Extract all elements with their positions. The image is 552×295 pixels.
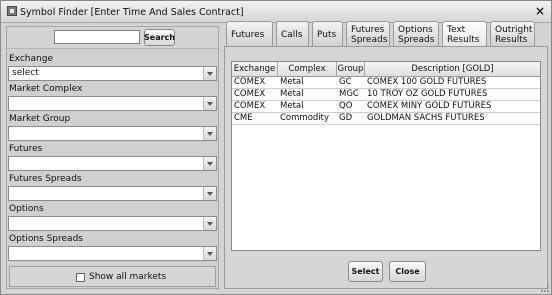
- market-group-label: Market Group: [9, 114, 71, 124]
- cell-exchange: COMEX: [234, 89, 266, 99]
- futures-label: Futures: [9, 144, 43, 154]
- cell-group: QO: [339, 101, 353, 111]
- table-row[interactable]: COMEX Metal GC COMEX 100 GOLD FUTURES: [232, 77, 540, 89]
- table-row[interactable]: COMEX Metal QO COMEX MINY GOLD FUTURES: [232, 101, 540, 113]
- cell-complex: Metal: [280, 89, 304, 99]
- column-header-complex[interactable]: Complex: [278, 62, 337, 77]
- tab-calls[interactable]: Calls: [276, 21, 309, 46]
- tab-text-results-line2: Results: [447, 35, 480, 45]
- market-complex-select[interactable]: [8, 96, 217, 111]
- show-all-markets-label[interactable]: Show all markets: [89, 272, 166, 282]
- cell-description: GOLDMAN SACHS FUTURES: [367, 113, 485, 123]
- futures-select[interactable]: [8, 156, 217, 171]
- cell-exchange: CME: [234, 113, 253, 123]
- tab-futures-spreads-line2: Spreads: [351, 35, 388, 45]
- text-results-panel: Exchange Complex Group Description [GOLD…: [224, 46, 548, 289]
- column-header-exchange[interactable]: Exchange: [232, 62, 278, 77]
- app-icon: [7, 6, 17, 16]
- futures-spreads-label: Futures Spreads: [9, 174, 82, 184]
- tab-options-spreads-line2: Spreads: [398, 35, 435, 45]
- exchange-label: Exchange: [9, 54, 53, 64]
- tab-futures-spreads-line1: Futures: [351, 25, 385, 35]
- show-all-markets-row: Show all markets: [9, 266, 216, 287]
- tab-outright-results[interactable]: Outright Results: [490, 21, 535, 46]
- cell-complex: Metal: [280, 101, 304, 111]
- cell-exchange: COMEX: [234, 101, 266, 111]
- options-select[interactable]: [8, 216, 217, 231]
- tab-futures-spreads[interactable]: Futures Spreads: [346, 21, 390, 46]
- results-table: Exchange Complex Group Description [GOLD…: [231, 61, 541, 251]
- search-button[interactable]: Search: [144, 29, 175, 46]
- chevron-down-icon[interactable]: [203, 217, 216, 230]
- chevron-down-icon[interactable]: [203, 97, 216, 110]
- tab-puts-label: Puts: [317, 30, 337, 40]
- close-icon[interactable]: ×: [535, 4, 545, 18]
- table-row[interactable]: COMEX Metal MGC 10 TROY OZ GOLD FUTURES: [232, 89, 540, 101]
- results-area: Futures Calls Puts Futures Spreads Optio…: [224, 19, 548, 289]
- search-bar: Search: [7, 27, 218, 49]
- resize-grip-icon[interactable]: [541, 284, 549, 292]
- cell-complex: Metal: [280, 77, 304, 87]
- cell-group: GD: [339, 113, 353, 123]
- table-header: Exchange Complex Group Description [GOLD…: [232, 62, 540, 77]
- cell-description: 10 TROY OZ GOLD FUTURES: [367, 89, 488, 99]
- tab-options-spreads[interactable]: Options Spreads: [393, 21, 439, 46]
- select-button[interactable]: Select: [348, 261, 383, 282]
- chevron-down-icon[interactable]: [203, 67, 216, 80]
- tab-outright-results-line2: Results: [495, 35, 528, 45]
- exchange-select[interactable]: select: [8, 66, 217, 81]
- table-row[interactable]: CME Commodity GD GOLDMAN SACHS FUTURES: [232, 113, 540, 125]
- show-all-markets-checkbox[interactable]: [76, 273, 85, 282]
- tab-text-results-line1: Text: [447, 25, 466, 35]
- chevron-down-icon[interactable]: [203, 187, 216, 200]
- filter-panel: Search Exchange select Market Complex Ma…: [6, 26, 219, 289]
- options-spreads-select[interactable]: [8, 246, 217, 261]
- chevron-down-icon[interactable]: [203, 127, 216, 140]
- exchange-select-value: select: [12, 68, 39, 78]
- tab-options-spreads-line1: Options: [398, 25, 433, 35]
- cell-description: COMEX MINY GOLD FUTURES: [367, 101, 492, 111]
- market-complex-label: Market Complex: [9, 84, 83, 94]
- options-spreads-label: Options Spreads: [9, 234, 83, 244]
- tab-futures-label: Futures: [231, 30, 265, 40]
- window-title: Symbol Finder [Enter Time And Sales Cont…: [20, 7, 244, 18]
- symbol-finder-window: Symbol Finder [Enter Time And Sales Cont…: [0, 0, 552, 295]
- tab-calls-label: Calls: [281, 30, 303, 40]
- column-header-description[interactable]: Description [GOLD]: [365, 62, 540, 77]
- tab-puts[interactable]: Puts: [312, 21, 343, 46]
- cell-complex: Commodity: [280, 113, 330, 123]
- market-group-select[interactable]: [8, 126, 217, 141]
- tab-strip: Futures Calls Puts Futures Spreads Optio…: [224, 21, 548, 47]
- futures-spreads-select[interactable]: [8, 186, 217, 201]
- search-input[interactable]: [54, 30, 140, 44]
- tab-outright-results-line1: Outright: [495, 25, 533, 35]
- column-header-group[interactable]: Group: [337, 62, 365, 77]
- tab-futures[interactable]: Futures: [226, 21, 273, 46]
- cell-description: COMEX 100 GOLD FUTURES: [367, 77, 487, 87]
- options-label: Options: [9, 204, 44, 214]
- chevron-down-icon[interactable]: [203, 157, 216, 170]
- tab-text-results[interactable]: Text Results: [442, 21, 487, 46]
- cell-group: GC: [339, 77, 352, 87]
- chevron-down-icon[interactable]: [203, 247, 216, 260]
- cell-group: MGC: [339, 89, 359, 99]
- close-button[interactable]: Close: [389, 261, 426, 282]
- cell-exchange: COMEX: [234, 77, 266, 87]
